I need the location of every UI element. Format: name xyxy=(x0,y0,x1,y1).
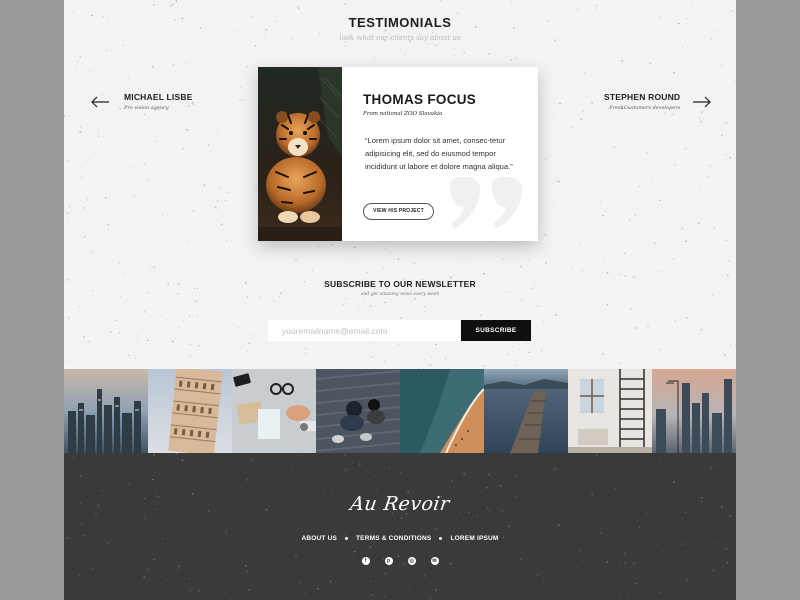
prev-testimonial[interactable]: MICHAEL LISBE Pro vision agency xyxy=(91,92,193,111)
email-input[interactable] xyxy=(268,320,461,341)
instagram-glyph: ◎ xyxy=(409,558,414,564)
pier-lake-photo[interactable] xyxy=(484,369,568,453)
nav-separator xyxy=(439,537,443,540)
footer-link-lorem[interactable]: LOREM IPSUM xyxy=(450,535,498,542)
footer-signature: Au Revoir xyxy=(348,493,452,515)
pinterest-glyph: p xyxy=(386,558,391,564)
nav-separator xyxy=(345,537,348,540)
messenger-icon[interactable]: ✉ xyxy=(430,557,439,565)
pinterest-icon[interactable]: p xyxy=(384,557,393,565)
leaning-tower-photo[interactable] xyxy=(148,369,232,453)
coastline-aerial-photo[interactable] xyxy=(400,369,484,453)
testimonial-person-company: From national ZOO Slovakia xyxy=(363,111,443,117)
next-person-company: FreshCustomers developers xyxy=(609,105,681,111)
desk-items-photo[interactable] xyxy=(232,369,316,453)
testimonial-card: THOMAS FOCUS From national ZOO Slovakia … xyxy=(258,67,538,241)
footer-link-about[interactable]: ABOUT US xyxy=(301,535,337,542)
section-subtitle: look what our clients say about us xyxy=(339,34,461,42)
facebook-icon[interactable]: f xyxy=(361,557,370,565)
arrow-right-icon[interactable] xyxy=(692,96,712,108)
subscribe-button[interactable]: SUBSCRIBE xyxy=(461,320,531,341)
messenger-glyph: ✉ xyxy=(432,558,437,564)
city-skyline-photo[interactable] xyxy=(64,369,148,453)
testimonials-section: TESTIMONIALS look what our clients say a… xyxy=(64,0,736,369)
testimonial-person-name: THOMAS FOCUS xyxy=(363,92,477,107)
quote-mark-icon xyxy=(450,177,522,229)
next-person-name: STEPHEN ROUND xyxy=(604,92,681,102)
newsletter-subtitle: and get amazing news every week xyxy=(360,292,440,297)
photo-gallery xyxy=(64,369,736,453)
social-links: f p ◎ ✉ xyxy=(64,557,736,565)
section-title: TESTIMONIALS xyxy=(348,15,452,30)
footer: Au Revoir ABOUT US TERMS & CONDITIONS LO… xyxy=(64,453,736,600)
tiger-photo xyxy=(258,67,342,241)
testimonial-quote: “Lorem ipsum dolor sit amet, consec-tetu… xyxy=(365,136,513,171)
arrow-left-icon[interactable] xyxy=(91,96,110,108)
page: TESTIMONIALS look what our clients say a… xyxy=(64,0,736,600)
footer-nav: ABOUT US TERMS & CONDITIONS LOREM IPSUM xyxy=(64,535,736,542)
facebook-glyph: f xyxy=(364,558,367,564)
prev-person-company: Pro vision agency xyxy=(124,105,169,111)
next-testimonial[interactable]: STEPHEN ROUND FreshCustomers developers xyxy=(604,92,712,111)
footer-speckle-texture xyxy=(64,453,732,600)
downtown-towers-photo[interactable] xyxy=(652,369,736,453)
loft-stairs-photo[interactable] xyxy=(568,369,652,453)
sitting-people-photo[interactable] xyxy=(316,369,400,453)
view-project-button[interactable]: VIEW HIS PROJECT xyxy=(363,203,434,220)
footer-link-terms[interactable]: TERMS & CONDITIONS xyxy=(356,535,431,542)
newsletter-title: SUBSCRIBE TO OUR NEWSLETTER xyxy=(324,279,476,289)
prev-person-name: MICHAEL LISBE xyxy=(124,92,193,102)
testimonial-content: THOMAS FOCUS From national ZOO Slovakia … xyxy=(342,67,538,241)
instagram-icon[interactable]: ◎ xyxy=(407,557,416,565)
